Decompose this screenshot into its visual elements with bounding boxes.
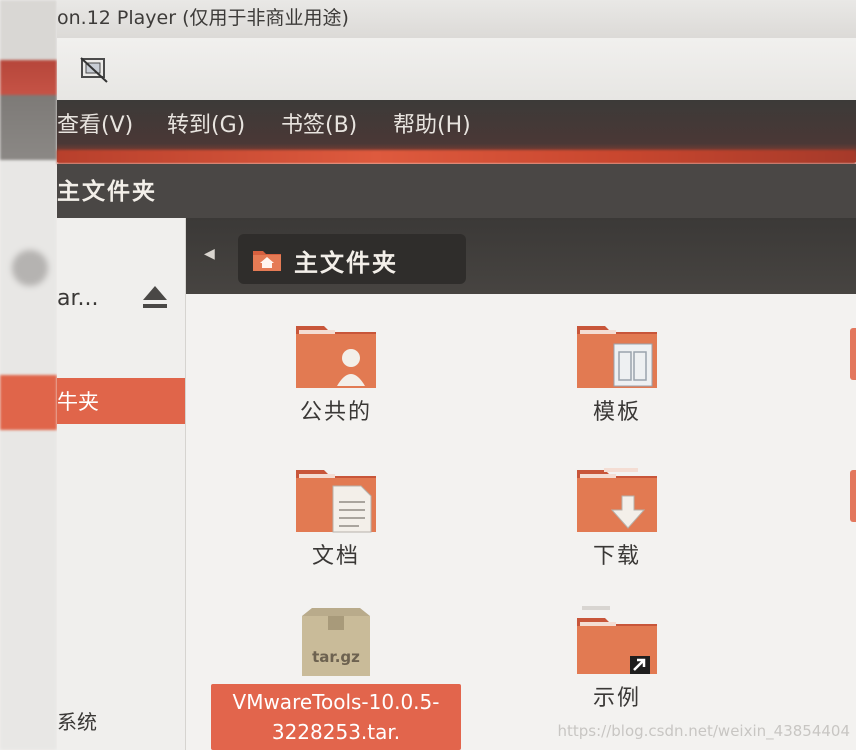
menu-view[interactable]: 查看(V) bbox=[57, 106, 133, 146]
file-name: 公共的 bbox=[299, 400, 372, 425]
sidebar-item-system[interactable]: 系统 bbox=[57, 706, 97, 735]
header-title: 主文件夹 bbox=[57, 179, 157, 205]
toolbar bbox=[57, 38, 856, 101]
blurred-selection-accent bbox=[0, 375, 57, 430]
left-edge-strip bbox=[0, 0, 57, 750]
sidebar-item-home-label: 牛夹 bbox=[57, 390, 99, 414]
network-toggle-icon[interactable] bbox=[79, 54, 109, 84]
window-titlebar: on.12 Player (仅用于非商业用途) bbox=[57, 0, 856, 38]
partial-item-edge bbox=[850, 328, 856, 380]
file-item-documents[interactable]: 文档 bbox=[251, 462, 421, 570]
sidebar-item-device[interactable]: ar... bbox=[57, 286, 99, 311]
folder-documents-icon bbox=[296, 470, 376, 533]
eject-icon[interactable] bbox=[141, 282, 169, 312]
folder-templates-icon bbox=[577, 326, 657, 388]
file-view: 公共的 模板 文档 下载 tar.gz VMwareTools-10.0.5-3… bbox=[186, 294, 856, 750]
watermark: https://blog.csdn.net/weixin_43854404 bbox=[557, 722, 850, 740]
path-bar: ◀ 主文件夹 bbox=[186, 218, 856, 294]
file-item-downloads[interactable]: 下载 bbox=[532, 462, 702, 570]
file-manager-header: 主文件夹 bbox=[57, 164, 856, 218]
breadcrumb-label: 主文件夹 bbox=[294, 249, 398, 277]
menu-help[interactable]: 帮助(H) bbox=[393, 106, 471, 146]
folder-public-icon bbox=[296, 326, 376, 388]
accent-divider bbox=[57, 150, 856, 164]
file-name: 下载 bbox=[592, 544, 641, 569]
file-name: 示例 bbox=[592, 686, 641, 711]
window-title: on.12 Player (仅用于非商业用途) bbox=[57, 7, 349, 29]
menu-go[interactable]: 转到(G) bbox=[167, 106, 245, 146]
path-back-arrow-icon[interactable]: ◀ bbox=[204, 246, 215, 262]
folder-link-icon bbox=[577, 606, 657, 674]
menu-bookmarks[interactable]: 书签(B) bbox=[281, 106, 357, 146]
file-name: 模板 bbox=[592, 400, 641, 425]
sidebar-item-home[interactable]: 牛夹 bbox=[57, 378, 185, 424]
file-item-templates[interactable]: 模板 bbox=[532, 320, 702, 426]
archive-tar-gz-icon: tar.gz bbox=[302, 608, 370, 676]
home-folder-icon bbox=[253, 251, 281, 271]
file-item-public[interactable]: 公共的 bbox=[251, 320, 421, 426]
file-item-examples[interactable]: 示例 bbox=[532, 604, 702, 712]
archive-badge-label: tar.gz bbox=[312, 648, 360, 666]
partial-item-edge bbox=[850, 470, 856, 522]
file-name: 文档 bbox=[311, 544, 360, 569]
blurred-launcher-icon bbox=[12, 250, 48, 286]
folder-downloads-icon bbox=[577, 468, 657, 532]
places-sidebar: ar... 牛夹 系统 bbox=[57, 218, 186, 750]
breadcrumb-home[interactable]: 主文件夹 bbox=[238, 234, 466, 284]
file-name: VMwareTools-10.0.5-3228253.tar. bbox=[211, 684, 461, 750]
file-item-vmwaretools-archive[interactable]: tar.gz VMwareTools-10.0.5-3228253.tar. bbox=[211, 604, 461, 750]
